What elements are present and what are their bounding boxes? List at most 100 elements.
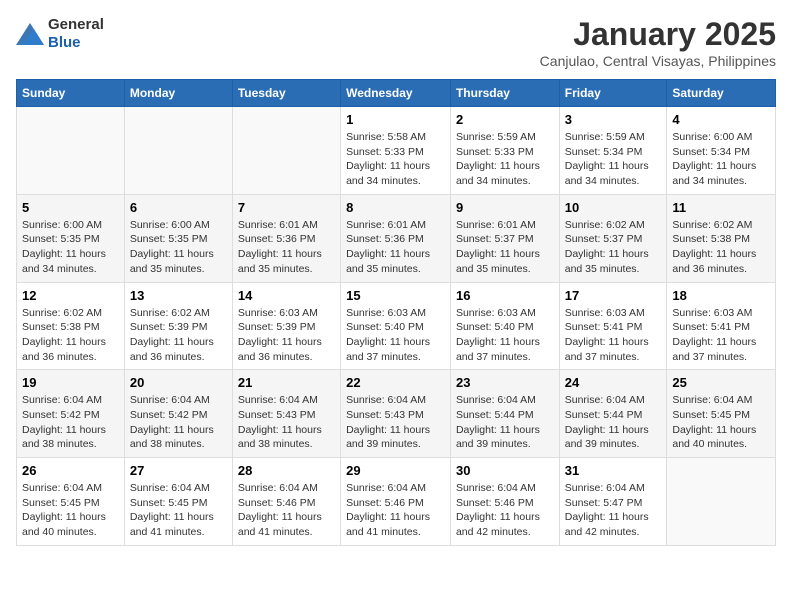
- day-number: 11: [672, 200, 770, 215]
- day-number: 30: [456, 463, 554, 478]
- day-number: 21: [238, 375, 335, 390]
- day-detail: Sunrise: 5:58 AMSunset: 5:33 PMDaylight:…: [346, 130, 445, 189]
- calendar-cell: 25Sunrise: 6:04 AMSunset: 5:45 PMDayligh…: [667, 370, 776, 458]
- calendar-cell: 2 Sunrise: 5:59 AMSunset: 5:33 PMDaylight…: [450, 107, 559, 195]
- calendar-cell: 9 Sunrise: 6:01 AMSunset: 5:37 PMDaylight…: [450, 194, 559, 282]
- calendar-cell: 19Sunrise: 6:04 AMSunset: 5:42 PMDayligh…: [17, 370, 125, 458]
- day-number: 13: [130, 288, 227, 303]
- calendar-cell: 22Sunrise: 6:04 AMSunset: 5:43 PMDayligh…: [341, 370, 451, 458]
- day-number: 2: [456, 112, 554, 127]
- day-number: 28: [238, 463, 335, 478]
- logo-text: General Blue: [48, 16, 104, 52]
- day-number: 20: [130, 375, 227, 390]
- calendar-cell: 4Sunrise: 6:00 AMSunset: 5:34 PMDaylight…: [667, 107, 776, 195]
- day-detail: Sunrise: 6:01 AMSunset: 5:36 PMDaylight:…: [238, 218, 335, 277]
- day-detail: Sunrise: 6:04 AMSunset: 5:42 PMDaylight:…: [130, 393, 227, 452]
- day-number: 14: [238, 288, 335, 303]
- calendar-week-row: 12Sunrise: 6:02 AMSunset: 5:38 PMDayligh…: [17, 282, 776, 370]
- day-number: 1: [346, 112, 445, 127]
- day-detail: Sunrise: 5:59 AMSunset: 5:34 PMDaylight:…: [565, 130, 662, 189]
- day-detail: Sunrise: 6:01 AMSunset: 5:37 PMDaylight:…: [456, 218, 554, 277]
- title-area: January 2025 Canjulao, Central Visayas, …: [540, 16, 776, 69]
- calendar-cell: 8Sunrise: 6:01 AMSunset: 5:36 PMDaylight…: [341, 194, 451, 282]
- calendar-cell: [667, 458, 776, 546]
- calendar-cell: 18 Sunrise: 6:03 AMSunset: 5:41 PMDayligh…: [667, 282, 776, 370]
- calendar-week-row: 5 Sunrise: 6:00 AMSunset: 5:35 PMDaylight…: [17, 194, 776, 282]
- month-title: January 2025: [540, 16, 776, 53]
- calendar-cell: 21 Sunrise: 6:04 AMSunset: 5:43 PMDayligh…: [232, 370, 340, 458]
- day-number: 27: [130, 463, 227, 478]
- day-number: 12: [22, 288, 119, 303]
- day-detail: Sunrise: 6:03 AMSunset: 5:41 PMDaylight:…: [565, 306, 662, 365]
- day-number: 25: [672, 375, 770, 390]
- calendar-cell: 27 Sunrise: 6:04 AMSunset: 5:45 PMDayligh…: [124, 458, 232, 546]
- logo-general: General: [48, 16, 104, 33]
- calendar-cell: 30Sunrise: 6:04 AMSunset: 5:46 PMDayligh…: [450, 458, 559, 546]
- weekday-header-saturday: Saturday: [667, 80, 776, 107]
- calendar-cell: 6 Sunrise: 6:00 AMSunset: 5:35 PMDaylight…: [124, 194, 232, 282]
- calendar-cell: 17 Sunrise: 6:03 AMSunset: 5:41 PMDayligh…: [559, 282, 667, 370]
- day-detail: Sunrise: 6:04 AMSunset: 5:42 PMDaylight:…: [22, 393, 119, 452]
- day-detail: Sunrise: 6:04 AMSunset: 5:45 PMDaylight:…: [130, 481, 227, 540]
- logo-icon: [16, 23, 44, 45]
- weekday-header-thursday: Thursday: [450, 80, 559, 107]
- calendar-cell: 23 Sunrise: 6:04 AMSunset: 5:44 PMDayligh…: [450, 370, 559, 458]
- day-detail: Sunrise: 6:03 AMSunset: 5:40 PMDaylight:…: [456, 306, 554, 365]
- day-detail: Sunrise: 6:00 AMSunset: 5:35 PMDaylight:…: [22, 218, 119, 277]
- calendar-cell: 15 Sunrise: 6:03 AMSunset: 5:40 PMDayligh…: [341, 282, 451, 370]
- day-number: 18: [672, 288, 770, 303]
- calendar-cell: 28 Sunrise: 6:04 AMSunset: 5:46 PMDayligh…: [232, 458, 340, 546]
- calendar-cell: 3Sunrise: 5:59 AMSunset: 5:34 PMDaylight…: [559, 107, 667, 195]
- day-number: 15: [346, 288, 445, 303]
- day-detail: Sunrise: 6:04 AMSunset: 5:43 PMDaylight:…: [346, 393, 445, 452]
- day-number: 4: [672, 112, 770, 127]
- day-detail: Sunrise: 6:03 AMSunset: 5:40 PMDaylight:…: [346, 306, 445, 365]
- day-detail: Sunrise: 6:04 AMSunset: 5:47 PMDaylight:…: [565, 481, 662, 540]
- calendar-cell: 31 Sunrise: 6:04 AMSunset: 5:47 PMDayligh…: [559, 458, 667, 546]
- calendar-cell: 24Sunrise: 6:04 AMSunset: 5:44 PMDayligh…: [559, 370, 667, 458]
- weekday-header-monday: Monday: [124, 80, 232, 107]
- day-detail: Sunrise: 5:59 AMSunset: 5:33 PMDaylight:…: [456, 130, 554, 189]
- day-number: 17: [565, 288, 662, 303]
- day-number: 31: [565, 463, 662, 478]
- calendar-week-row: 26 Sunrise: 6:04 AMSunset: 5:45 PMDayligh…: [17, 458, 776, 546]
- calendar-cell: 26 Sunrise: 6:04 AMSunset: 5:45 PMDayligh…: [17, 458, 125, 546]
- day-detail: Sunrise: 6:00 AMSunset: 5:35 PMDaylight:…: [130, 218, 227, 277]
- day-detail: Sunrise: 6:04 AMSunset: 5:43 PMDaylight:…: [238, 393, 335, 452]
- day-detail: Sunrise: 6:04 AMSunset: 5:46 PMDaylight:…: [346, 481, 445, 540]
- day-number: 29: [346, 463, 445, 478]
- calendar-cell: 13 Sunrise: 6:02 AMSunset: 5:39 PMDayligh…: [124, 282, 232, 370]
- calendar-cell: 14 Sunrise: 6:03 AMSunset: 5:39 PMDayligh…: [232, 282, 340, 370]
- day-detail: Sunrise: 6:04 AMSunset: 5:46 PMDaylight:…: [238, 481, 335, 540]
- day-detail: Sunrise: 6:04 AMSunset: 5:44 PMDaylight:…: [456, 393, 554, 452]
- weekday-header-friday: Friday: [559, 80, 667, 107]
- calendar-week-row: 19Sunrise: 6:04 AMSunset: 5:42 PMDayligh…: [17, 370, 776, 458]
- day-number: 7: [238, 200, 335, 215]
- day-number: 5: [22, 200, 119, 215]
- day-number: 24: [565, 375, 662, 390]
- day-detail: Sunrise: 6:03 AMSunset: 5:41 PMDaylight:…: [672, 306, 770, 365]
- day-detail: Sunrise: 6:01 AMSunset: 5:36 PMDaylight:…: [346, 218, 445, 277]
- day-detail: Sunrise: 6:04 AMSunset: 5:45 PMDaylight:…: [22, 481, 119, 540]
- day-number: 6: [130, 200, 227, 215]
- calendar-cell: 12Sunrise: 6:02 AMSunset: 5:38 PMDayligh…: [17, 282, 125, 370]
- calendar-cell: 16Sunrise: 6:03 AMSunset: 5:40 PMDayligh…: [450, 282, 559, 370]
- calendar-table: SundayMondayTuesdayWednesdayThursdayFrid…: [16, 79, 776, 546]
- calendar-cell: 10 Sunrise: 6:02 AMSunset: 5:37 PMDayligh…: [559, 194, 667, 282]
- day-number: 10: [565, 200, 662, 215]
- weekday-header-row: SundayMondayTuesdayWednesdayThursdayFrid…: [17, 80, 776, 107]
- day-number: 9: [456, 200, 554, 215]
- calendar-cell: [232, 107, 340, 195]
- day-number: 23: [456, 375, 554, 390]
- logo-blue: Blue: [48, 34, 81, 51]
- day-detail: Sunrise: 6:02 AMSunset: 5:38 PMDaylight:…: [672, 218, 770, 277]
- calendar-cell: 5 Sunrise: 6:00 AMSunset: 5:35 PMDaylight…: [17, 194, 125, 282]
- calendar-cell: 11 Sunrise: 6:02 AMSunset: 5:38 PMDayligh…: [667, 194, 776, 282]
- day-number: 26: [22, 463, 119, 478]
- day-detail: Sunrise: 6:02 AMSunset: 5:39 PMDaylight:…: [130, 306, 227, 365]
- day-detail: Sunrise: 6:03 AMSunset: 5:39 PMDaylight:…: [238, 306, 335, 365]
- location-title: Canjulao, Central Visayas, Philippines: [540, 53, 776, 69]
- calendar-cell: 1 Sunrise: 5:58 AMSunset: 5:33 PMDaylight…: [341, 107, 451, 195]
- calendar-cell: 7 Sunrise: 6:01 AMSunset: 5:36 PMDaylight…: [232, 194, 340, 282]
- day-detail: Sunrise: 6:02 AMSunset: 5:37 PMDaylight:…: [565, 218, 662, 277]
